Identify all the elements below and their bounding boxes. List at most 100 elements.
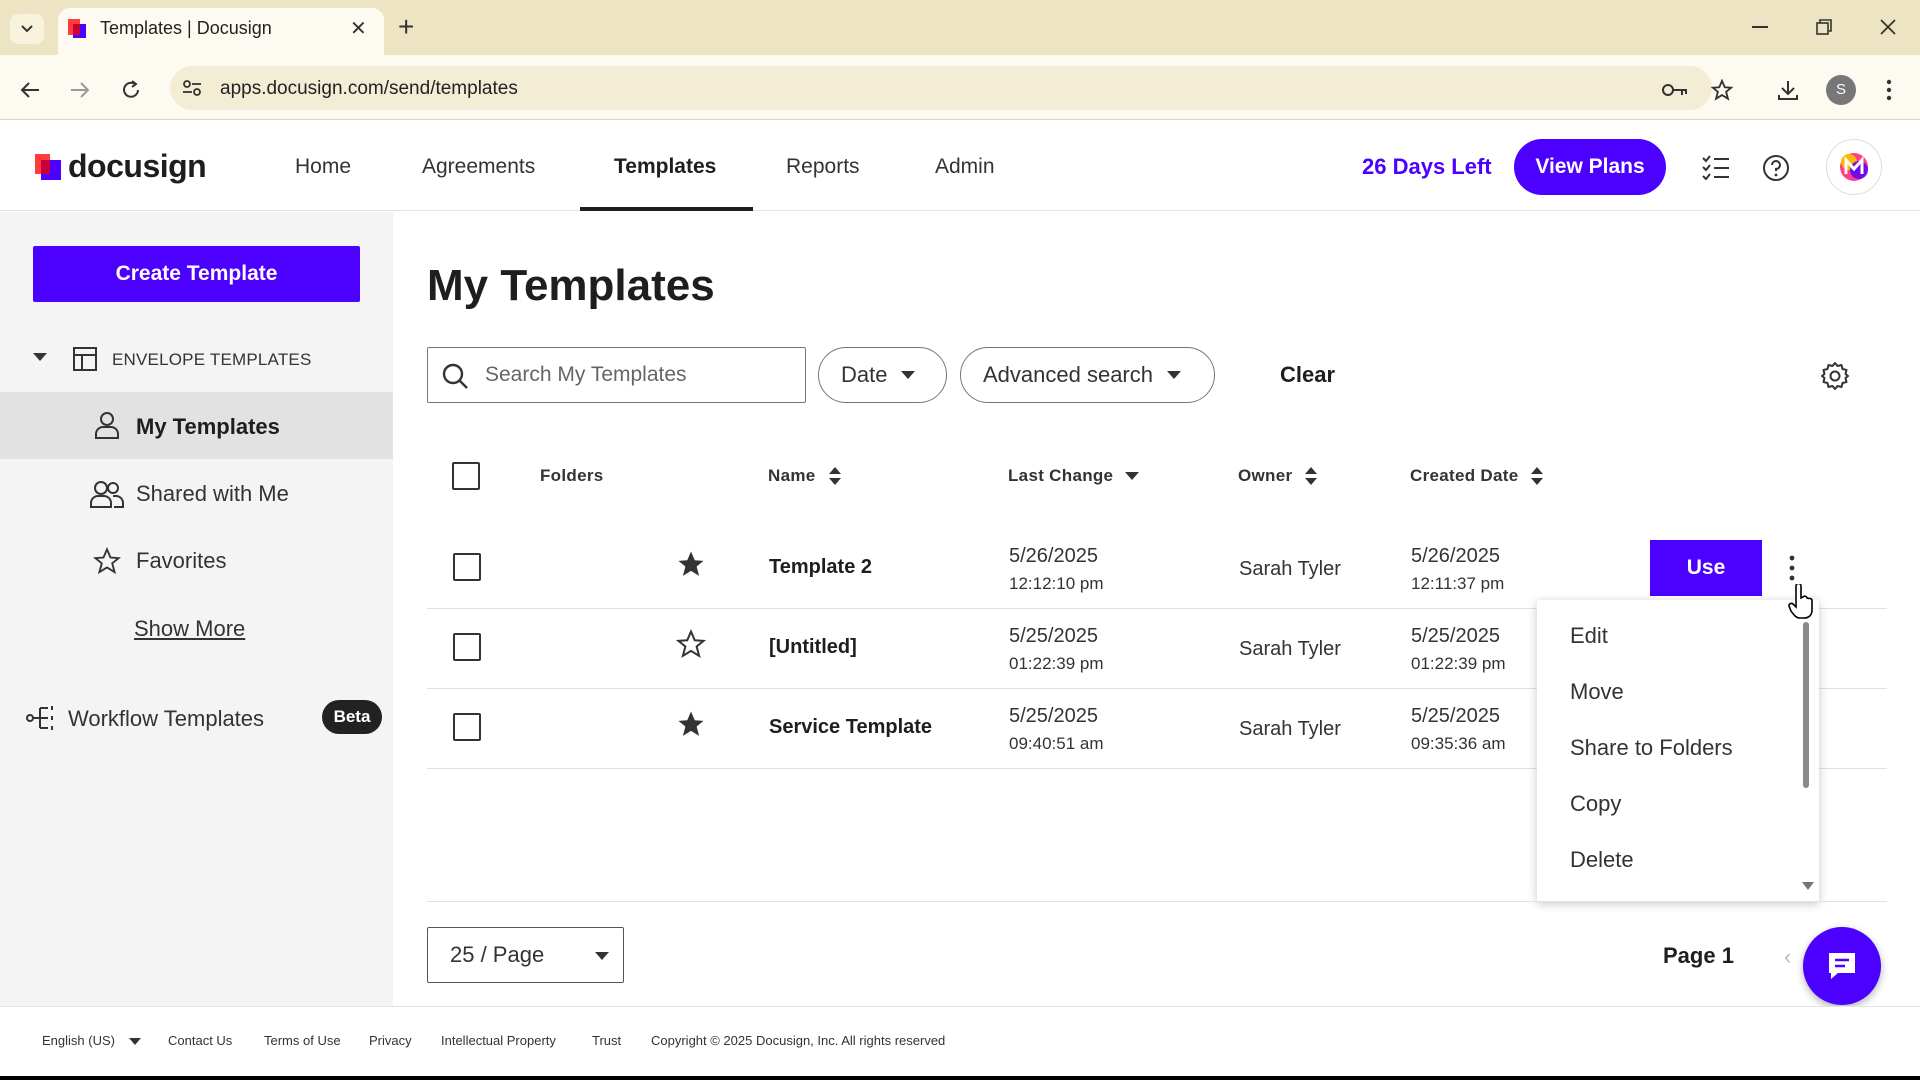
downloads-icon[interactable] <box>1774 76 1802 104</box>
window-close-icon[interactable] <box>1868 12 1908 42</box>
sort-icon <box>1531 467 1544 485</box>
caret-down-icon <box>128 1038 141 1046</box>
footer-link-trust[interactable]: Trust <box>592 1033 621 1048</box>
docusign-logo-text[interactable]: docusign <box>68 148 207 185</box>
nav-agreements[interactable]: Agreements <box>422 155 535 179</box>
search-input[interactable] <box>483 351 793 399</box>
sort-icon <box>828 467 841 485</box>
header-label: Name <box>768 466 816 485</box>
footer-link-contact-us[interactable]: Contact Us <box>168 1033 232 1048</box>
footer-link-intellectual-property[interactable]: Intellectual Property <box>441 1033 556 1048</box>
per-page-select[interactable]: 25 / Page <box>427 927 624 983</box>
scroll-down-arrow-icon[interactable] <box>1802 882 1814 890</box>
envelope-templates-label[interactable]: ENVELOPE TEMPLATES <box>112 350 311 370</box>
sidebar-item-shared-with-me[interactable]: Shared with Me <box>136 481 289 507</box>
avatar-monogram-icon <box>1840 153 1868 181</box>
sidebar <box>0 212 393 1006</box>
gear-icon[interactable] <box>1820 361 1850 391</box>
tasks-list-icon[interactable] <box>1701 154 1731 180</box>
template-name[interactable]: Service Template <box>769 716 932 739</box>
advanced-search-label: Advanced search <box>983 362 1153 387</box>
reload-icon[interactable] <box>117 76 145 104</box>
minimize-icon[interactable] <box>1740 12 1780 42</box>
star-filled-icon[interactable] <box>676 549 706 579</box>
sidebar-item-label[interactable]: My Templates <box>136 414 280 440</box>
menu-scrollbar[interactable] <box>1803 622 1809 788</box>
view-plans-button[interactable]: View Plans <box>1514 139 1666 195</box>
person-icon <box>95 412 119 439</box>
footer-link-terms-of-use[interactable]: Terms of Use <box>264 1033 341 1048</box>
column-header-owner[interactable]: Owner <box>1238 466 1318 486</box>
menu-item-share-to-folders[interactable]: Share to Folders <box>1570 735 1733 761</box>
last-change-time: 01:22:39 pm <box>1009 654 1104 673</box>
language-select[interactable]: English (US) <box>42 1033 141 1048</box>
column-header-name[interactable]: Name <box>768 466 842 486</box>
row-checkbox[interactable] <box>453 713 481 741</box>
menu-item-edit[interactable]: Edit <box>1570 623 1608 649</box>
browser-profile-avatar[interactable]: S <box>1826 75 1856 105</box>
docusign-logo-icon <box>35 154 61 180</box>
trial-days-left[interactable]: 26 Days Left <box>1362 154 1492 180</box>
caret-down-icon <box>1167 371 1181 379</box>
help-icon[interactable] <box>1762 154 1790 182</box>
owner-name: Sarah Tyler <box>1239 638 1341 660</box>
column-header-created-date[interactable]: Created Date <box>1410 466 1544 486</box>
people-icon <box>90 481 124 508</box>
column-header-folders: Folders <box>540 466 604 486</box>
key-glyph <box>1662 84 1687 96</box>
created-date: 5/25/2025 <box>1411 625 1500 647</box>
advanced-search-dropdown[interactable]: Advanced search <box>960 347 1215 403</box>
tab-search-button[interactable] <box>10 14 44 44</box>
chat-bubble-icon <box>1829 953 1855 979</box>
site-info-icon[interactable] <box>182 79 202 97</box>
previous-page-button[interactable]: ‹ <box>1784 944 1791 970</box>
password-key-icon[interactable] <box>1661 76 1689 104</box>
tab-close-icon[interactable]: ✕ <box>350 16 367 41</box>
workflow-templates-link[interactable]: Workflow Templates <box>68 706 264 732</box>
back-icon[interactable] <box>16 76 44 104</box>
template-name[interactable]: [Untitled] <box>769 636 857 659</box>
star-outline-icon[interactable] <box>676 629 706 659</box>
owner-name: Sarah Tyler <box>1239 558 1341 580</box>
sort-desc-icon <box>1125 472 1140 480</box>
created-time: 01:22:39 pm <box>1411 654 1506 673</box>
nav-templates[interactable]: Templates <box>614 155 716 179</box>
row-checkbox[interactable] <box>453 553 481 581</box>
nav-admin[interactable]: Admin <box>935 155 995 179</box>
new-tab-button[interactable]: + <box>398 12 414 42</box>
user-avatar[interactable] <box>1826 139 1882 195</box>
nav-reports[interactable]: Reports <box>786 155 860 179</box>
create-template-button[interactable]: Create Template <box>33 246 360 302</box>
star-filled-icon[interactable] <box>676 709 706 739</box>
use-button[interactable]: Use <box>1650 540 1762 596</box>
column-header-last-change[interactable]: Last Change <box>1008 466 1140 486</box>
collapse-caret-icon[interactable] <box>32 352 48 362</box>
row-checkbox[interactable] <box>453 633 481 661</box>
nav-home[interactable]: Home <box>295 155 351 179</box>
last-change-date: 5/25/2025 <box>1009 705 1098 727</box>
tab-title: Templates | Docusign <box>100 18 272 38</box>
active-nav-indicator <box>580 207 753 211</box>
browser-menu-icon[interactable] <box>1875 76 1903 104</box>
footer-link-privacy[interactable]: Privacy <box>369 1033 412 1048</box>
url-text[interactable]: apps.docusign.com/send/templates <box>220 78 518 100</box>
template-name[interactable]: Template 2 <box>769 556 872 579</box>
restore-icon[interactable] <box>1804 12 1844 42</box>
created-time: 09:35:36 am <box>1411 734 1506 753</box>
clear-button[interactable]: Clear <box>1280 362 1335 388</box>
caret-down-icon <box>595 952 609 960</box>
menu-item-delete[interactable]: Delete <box>1570 847 1634 873</box>
bookmark-star-icon[interactable] <box>1708 76 1736 104</box>
menu-item-copy[interactable]: Copy <box>1570 791 1621 817</box>
sidebar-item-favorites[interactable]: Favorites <box>136 548 226 574</box>
forward-icon[interactable] <box>66 76 94 104</box>
last-change-time: 09:40:51 am <box>1009 734 1104 753</box>
date-filter-dropdown[interactable]: Date <box>818 347 947 403</box>
show-more-link[interactable]: Show More <box>134 616 245 642</box>
header-label: Created Date <box>1410 466 1519 485</box>
created-time: 12:11:37 pm <box>1411 574 1505 593</box>
select-all-checkbox[interactable] <box>452 462 480 490</box>
menu-item-move[interactable]: Move <box>1570 679 1624 705</box>
last-change-date: 5/25/2025 <box>1009 625 1098 647</box>
chat-button[interactable] <box>1803 927 1881 1005</box>
